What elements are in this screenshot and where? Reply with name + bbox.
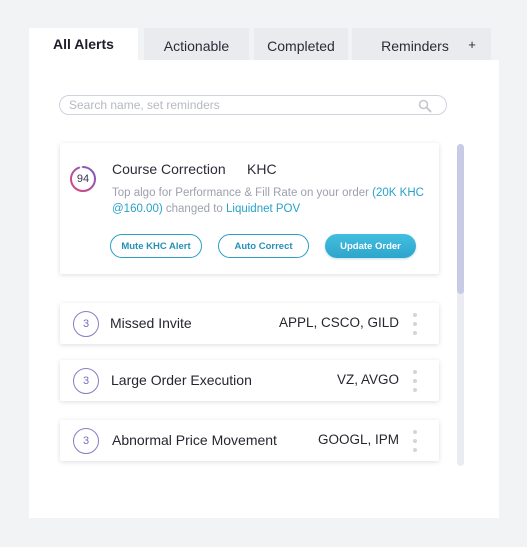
search-icon[interactable] xyxy=(418,99,432,113)
alert-count-badge: 3 xyxy=(73,428,99,454)
add-tab-button[interactable]: + xyxy=(453,28,491,60)
featured-alert-description: Top algo for Performance & Fill Rate on … xyxy=(112,185,430,217)
more-options-icon[interactable] xyxy=(412,430,418,452)
alert-tickers: APPL, CSCO, GILD xyxy=(278,315,399,330)
tab-actionable[interactable]: Actionable xyxy=(144,28,249,60)
alert-count-badge: 3 xyxy=(73,311,99,337)
featured-alert-ticker: KHC xyxy=(247,161,277,177)
alert-card[interactable]: 3 Large Order Execution VZ, AVGO xyxy=(60,360,439,401)
alert-tickers: VZ, AVGO xyxy=(336,372,399,387)
alert-card[interactable]: 3 Missed Invite APPL, CSCO, GILD xyxy=(60,303,439,344)
more-options-icon[interactable] xyxy=(412,370,418,392)
alert-title: Large Order Execution xyxy=(111,372,252,388)
alert-title: Missed Invite xyxy=(110,315,192,331)
alert-tickers: GOOGL, IPM xyxy=(317,432,399,447)
desc-middle: changed to xyxy=(162,203,226,215)
search-input[interactable] xyxy=(69,97,409,113)
alerts-panel: 94 Course Correction KHC Top algo for Pe… xyxy=(29,60,499,518)
featured-alert-title: Course Correction xyxy=(112,161,226,177)
alert-count-badge: 3 xyxy=(73,368,99,394)
update-order-button[interactable]: Update Order xyxy=(325,234,416,258)
desc-prefix: Top algo for Performance & Fill Rate on … xyxy=(112,187,373,199)
score-value: 94 xyxy=(76,173,90,185)
more-options-icon[interactable] xyxy=(412,313,418,335)
auto-correct-button[interactable]: Auto Correct xyxy=(218,234,309,258)
featured-alert-card[interactable]: 94 Course Correction KHC Top algo for Pe… xyxy=(60,143,439,274)
scrollbar[interactable] xyxy=(457,144,464,466)
tab-completed[interactable]: Completed xyxy=(254,28,348,60)
tab-all-alerts[interactable]: All Alerts xyxy=(29,28,138,60)
desc-algo: Liquidnet POV xyxy=(226,203,301,215)
search-bar xyxy=(59,95,447,115)
alert-tabs: All Alerts Actionable Completed Reminder… xyxy=(29,28,491,60)
alert-title: Abnormal Price Movement xyxy=(112,432,277,448)
scrollbar-thumb[interactable] xyxy=(457,144,464,294)
mute-alert-button[interactable]: Mute KHC Alert xyxy=(110,234,202,258)
alert-card[interactable]: 3 Abnormal Price Movement GOOGL, IPM xyxy=(60,420,439,461)
